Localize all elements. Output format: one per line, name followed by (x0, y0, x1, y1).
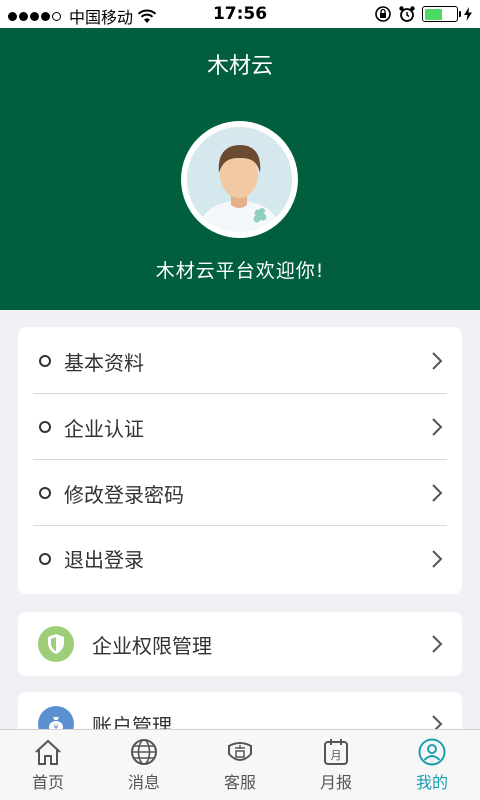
alarm-icon (399, 6, 415, 22)
menu-item-company-verification[interactable]: 企业认证 (33, 395, 447, 460)
bullet-icon (39, 552, 51, 565)
menu-item-label: 修改登录密码 (64, 482, 184, 507)
chevron-right-icon (427, 549, 447, 569)
status-bar: 中国移动 17:56 (0, 0, 480, 28)
avatar[interactable] (181, 121, 298, 238)
profile-header: 木材云 木材云平台欢迎你! (0, 28, 480, 310)
svg-text:月: 月 (331, 749, 342, 762)
page-title: 木材云 (206, 54, 273, 79)
welcome-text: 木材云平台欢迎你! (155, 260, 325, 282)
menu-item-label: 企业权限管理 (92, 633, 212, 658)
charging-icon (464, 7, 472, 21)
menu-item-label: 企业认证 (64, 416, 144, 441)
menu-item-label: 退出登录 (64, 548, 144, 572)
account-menu-card: 基本资料 企业认证 修改登录密码 退出登录 (18, 327, 462, 594)
person-avatar-icon (187, 127, 292, 232)
tab-label: 消息 (127, 773, 160, 792)
tab-home[interactable]: 首页 (0, 730, 96, 800)
tab-mine[interactable]: 我的 (384, 730, 480, 800)
tab-customer-service[interactable]: 客服 (192, 730, 288, 800)
avatar-image (187, 127, 292, 232)
tab-label: 首页 (31, 773, 64, 792)
tab-label: 月报 (319, 773, 352, 792)
chevron-right-icon (427, 351, 447, 371)
tab-label: 我的 (415, 773, 448, 792)
bullet-icon (39, 487, 51, 499)
rotation-lock-icon (375, 6, 391, 22)
menu-item-change-password[interactable]: 修改登录密码 (33, 461, 447, 526)
menu-item-logout[interactable]: 退出登录 (33, 526, 447, 591)
tab-monthly-report[interactable]: 月 月报 (288, 730, 384, 800)
chevron-right-icon (427, 417, 447, 437)
bullet-icon (39, 421, 51, 433)
chevron-right-icon (427, 634, 447, 654)
permissions-card[interactable]: 企业权限管理 (18, 612, 462, 676)
menu-item-permissions[interactable]: 企业权限管理 (33, 612, 447, 676)
status-right (374, 5, 472, 23)
chevron-right-icon (427, 483, 447, 503)
bullet-icon (39, 355, 51, 367)
tab-messages[interactable]: 消息 (96, 730, 192, 800)
tab-label: 客服 (223, 773, 256, 792)
battery-icon (422, 6, 461, 22)
home-icon (35, 739, 61, 765)
tab-bar: 首页 消息 客服 月 月报 我的 (0, 729, 480, 800)
menu-item-basic-info[interactable]: 基本资料 (33, 329, 447, 394)
user-icon (418, 738, 446, 766)
customer-service-icon (228, 742, 252, 761)
menu-item-label: 基本资料 (64, 350, 144, 375)
shield-icon (38, 626, 74, 662)
calendar-icon: 月 (324, 739, 348, 765)
globe-icon (131, 739, 157, 765)
